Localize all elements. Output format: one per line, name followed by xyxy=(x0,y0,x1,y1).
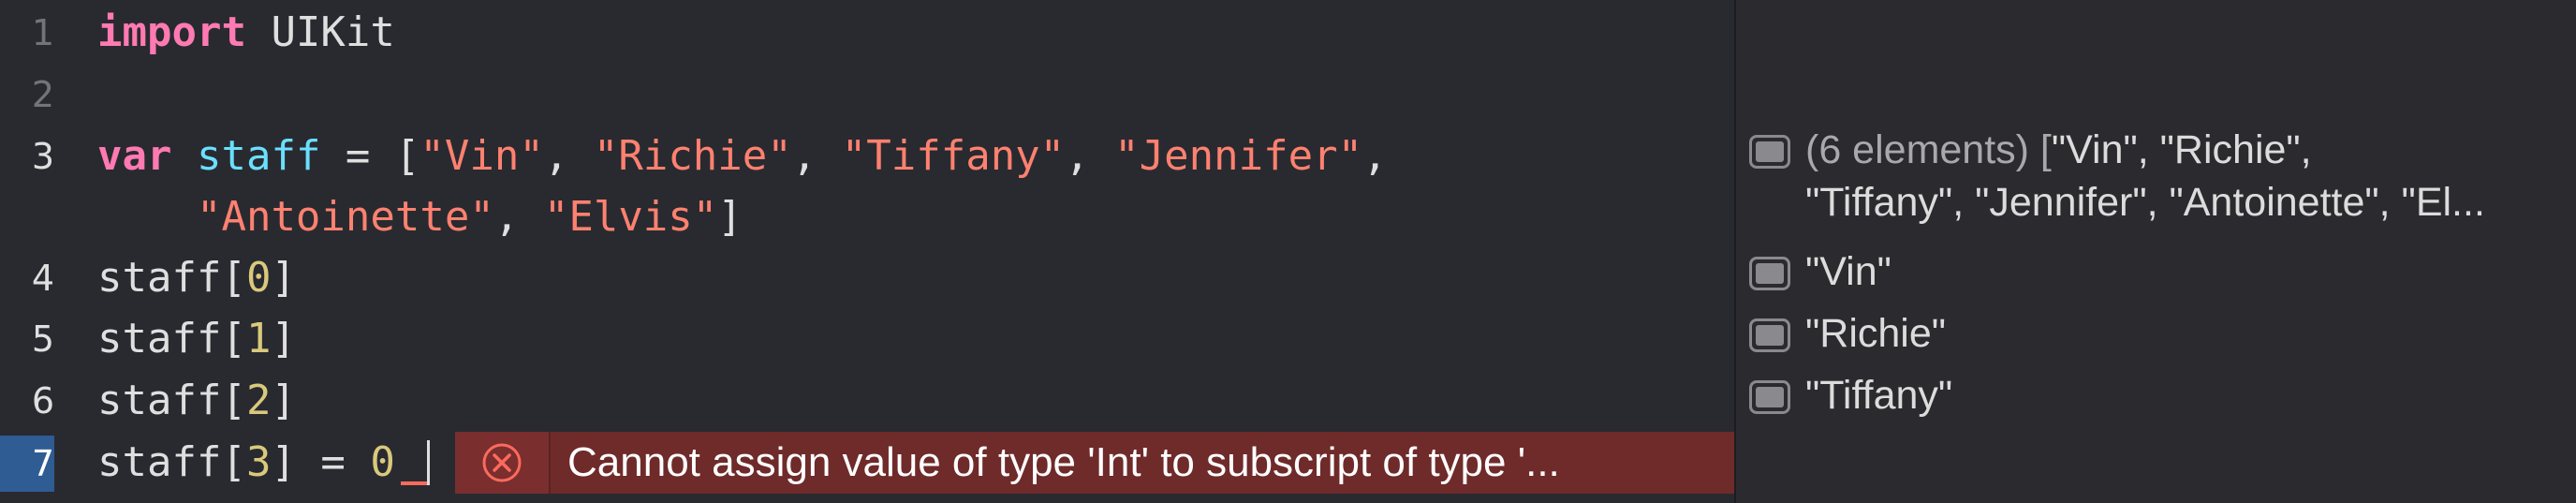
code-line[interactable]: 2 xyxy=(0,66,1734,124)
error-separator xyxy=(549,432,551,494)
inline-error-banner[interactable]: Cannot assign value of type 'Int' to sub… xyxy=(455,432,1734,494)
line-number: 1 xyxy=(31,12,54,53)
code-text: "Antoinette", "Elvis"] xyxy=(97,188,743,246)
code-line[interactable]: 3 var staff = ["Vin", "Richie", "Tiffany"… xyxy=(0,127,1734,185)
code-token: UIKit xyxy=(245,8,395,56)
code-token: , xyxy=(791,132,842,180)
code-token: 1 xyxy=(245,315,272,362)
code-editor[interactable]: 1 import UIKit 2 3 var staff = ["Vin", "Rich… xyxy=(0,0,1734,503)
code-token: ] xyxy=(271,254,296,302)
code-token: ] xyxy=(271,315,296,362)
result-count-label: (6 elements) [ xyxy=(1805,127,2052,172)
code-token: import xyxy=(97,8,246,56)
code-text: staff[3] = 0 xyxy=(97,434,395,492)
code-token: ] = xyxy=(271,438,371,486)
results-sidebar: (6 elements) ["Vin", "Richie", "Tiffany"… xyxy=(1734,0,2576,503)
result-value: "Tiffany" xyxy=(1805,373,1953,418)
code-text: var staff = ["Vin", "Richie", "Tiffany",… xyxy=(97,127,1388,185)
code-token: , xyxy=(493,193,544,241)
code-token: 2 xyxy=(245,377,272,424)
error-underline xyxy=(401,481,427,485)
code-token: "Richie" xyxy=(593,132,792,180)
code-token: 0 xyxy=(245,254,272,302)
code-token: staff xyxy=(196,132,321,180)
line-number: 5 xyxy=(31,318,54,360)
code-line[interactable]: 1 import UIKit xyxy=(0,4,1734,62)
code-token: , xyxy=(1065,132,1115,180)
code-token: "Vin" xyxy=(420,132,544,180)
error-x-icon xyxy=(482,443,522,482)
code-text: staff[2] xyxy=(97,372,296,430)
error-icon-cell[interactable] xyxy=(455,432,549,494)
error-message: Cannot assign value of type 'Int' to sub… xyxy=(567,439,1560,485)
quick-look-icon[interactable] xyxy=(1749,380,1790,414)
code-token: ] xyxy=(271,377,296,424)
code-token: "Antoinette" xyxy=(196,193,494,241)
playground-window: 1 import UIKit 2 3 var staff = ["Vin", "Rich… xyxy=(0,0,2576,503)
result-value: "Richie" xyxy=(1805,311,1947,356)
code-token: staff[ xyxy=(97,438,246,486)
code-token: "Jennifer" xyxy=(1114,132,1363,180)
result-value: "Vin" xyxy=(1805,249,1892,294)
code-token: = [ xyxy=(320,132,420,180)
code-line[interactable]: "Antoinette", "Elvis"] xyxy=(0,188,1734,246)
code-token: "Elvis" xyxy=(543,193,718,241)
code-token: , xyxy=(543,132,594,180)
code-token: var xyxy=(97,132,172,180)
quick-look-icon[interactable] xyxy=(1749,135,1790,169)
line-number: 4 xyxy=(31,258,54,299)
code-token: 3 xyxy=(245,438,272,486)
code-token: staff[ xyxy=(97,377,246,424)
code-text: staff[0] xyxy=(97,249,296,307)
quick-look-icon[interactable] xyxy=(1749,257,1790,290)
line-number: 3 xyxy=(31,136,54,177)
text-cursor xyxy=(427,440,430,485)
code-token: ] xyxy=(717,193,743,241)
quick-look-icon[interactable] xyxy=(1749,318,1790,352)
code-text: import UIKit xyxy=(97,4,395,62)
code-token: staff[ xyxy=(97,315,246,362)
code-line[interactable]: 4 staff[0] xyxy=(0,249,1734,307)
code-line[interactable]: 5 staff[1] xyxy=(0,310,1734,368)
line-number: 2 xyxy=(31,74,54,115)
code-line[interactable]: 6 staff[2] xyxy=(0,372,1734,430)
line-number: 6 xyxy=(31,380,54,422)
code-text: staff[1] xyxy=(97,310,296,368)
code-token: "Tiffany" xyxy=(841,132,1066,180)
code-token: 0 xyxy=(370,438,395,486)
result-value: "Tiffany", "Jennifer", "Antoinette", "El… xyxy=(1805,180,2485,225)
code-token: staff[ xyxy=(97,254,246,302)
result-value: "Vin", "Richie", xyxy=(2051,127,2312,172)
code-token: , xyxy=(1362,132,1388,180)
